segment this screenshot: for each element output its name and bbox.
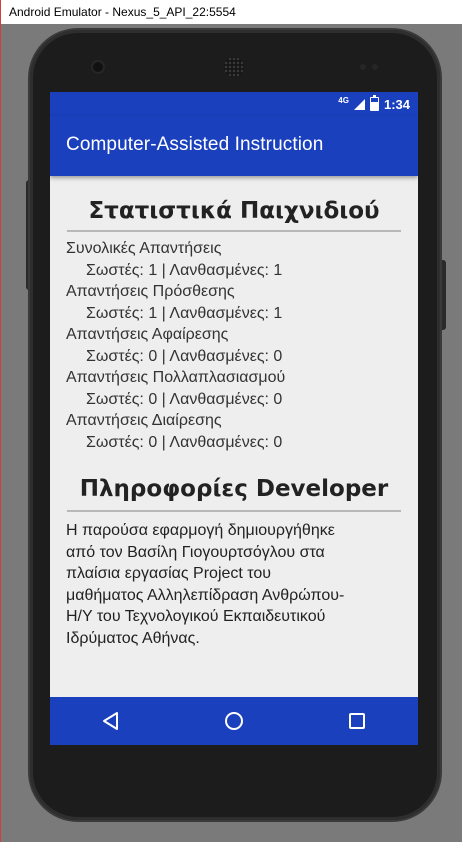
- stat-item-addition: Απαντήσεις Πρόσθεσης Σωστές: 1 | Λανθασμ…: [66, 281, 406, 324]
- home-icon: [224, 712, 243, 730]
- stat-item-multiplication: Απαντήσεις Πολλαπλασιασμού Σωστές: 0 | Λ…: [66, 367, 406, 410]
- stat-value: Σωστές: 0 | Λανθασμένες: 0: [86, 347, 283, 365]
- stat-heading: Απαντήσεις Αφαίρεσης: [66, 326, 229, 343]
- stat-item-total: Συνολικές Απαντήσεις Σωστές: 1 | Λανθασμ…: [66, 238, 406, 281]
- stat-heading: Απαντήσεις Πρόσθεσης: [66, 283, 235, 300]
- developer-info-line: μαθήματος Αλληλεπίδραση Ανθρώπου-: [66, 586, 345, 604]
- status-clock: 1:34: [383, 96, 410, 112]
- app-title: Computer-Assisted Instruction: [66, 134, 324, 155]
- system-nav-bar: [50, 697, 418, 745]
- nav-back-button[interactable]: [81, 701, 141, 741]
- developer-section-title: Πληροφορίες Developer: [79, 476, 389, 502]
- stat-heading: Απαντήσεις Πολλαπλασιασμού: [66, 369, 286, 386]
- nav-recents-button[interactable]: [327, 701, 387, 741]
- stats-divider: [67, 230, 401, 232]
- stat-item-division: Απαντήσεις Διαίρεσης Σωστές: 0 | Λανθασμ…: [66, 410, 406, 453]
- emulator-window-title: Android Emulator - Nexus_5_API_22:5554: [0, 0, 462, 24]
- stat-value: Σωστές: 0 | Λανθασμένες: 0: [86, 390, 283, 408]
- proximity-sensor-icon: [360, 64, 366, 70]
- signal-strength-icon: [353, 98, 365, 110]
- stat-heading: Συνολικές Απαντήσεις: [66, 240, 222, 257]
- developer-info-line: από τον Βασίλη Γιογουρτσόγλου στα: [66, 543, 325, 561]
- nav-home-button[interactable]: [204, 701, 264, 741]
- network-type-label: 4G: [338, 95, 349, 105]
- light-sensor-icon: [372, 64, 378, 70]
- stat-item-subtraction: Απαντήσεις Αφαίρεσης Σωστές: 0 | Λανθασμ…: [66, 324, 406, 367]
- device-screen: 4G 1:34 Computer-Assisted Instruction Στ…: [50, 92, 418, 745]
- back-icon: [103, 712, 119, 730]
- developer-info-text: Η παρούσα εφαρμογή δημιουργήθηκε από τον…: [66, 520, 406, 649]
- recents-icon: [348, 713, 365, 729]
- battery-icon: [369, 95, 379, 111]
- stat-value: Σωστές: 0 | Λανθασμένες: 0: [86, 433, 283, 451]
- status-bar: 4G 1:34: [50, 92, 418, 116]
- developer-divider: [67, 510, 401, 512]
- scroll-content[interactable]: Στατιστικά Παιχνιδιού Συνολικές Απαντήσε…: [50, 176, 418, 696]
- earpiece-speaker-icon: [224, 57, 244, 77]
- stat-heading: Απαντήσεις Διαίρεσης: [66, 412, 222, 429]
- developer-info-line: Η/Υ του Τεχνολογικού Εκπαιδευτικού: [66, 608, 326, 625]
- developer-info-line: Η παρούσα εφαρμογή δημιουργήθηκε: [66, 522, 335, 539]
- front-camera-icon: [93, 62, 103, 72]
- app-toolbar: Computer-Assisted Instruction: [50, 116, 418, 176]
- developer-info-line: Ιδρύματος Αθήνας.: [66, 629, 200, 647]
- phone-power-button[interactable]: [440, 260, 446, 330]
- developer-info-line: πλαίσια εργασίας Project του: [66, 565, 272, 582]
- stat-value: Σωστές: 1 | Λανθασμένες: 1: [86, 304, 283, 322]
- stat-value: Σωστές: 1 | Λανθασμένες: 1: [86, 261, 283, 279]
- stats-list: Συνολικές Απαντήσεις Σωστές: 1 | Λανθασμ…: [66, 238, 406, 453]
- stats-section-title: Στατιστικά Παιχνιδιού: [88, 198, 380, 224]
